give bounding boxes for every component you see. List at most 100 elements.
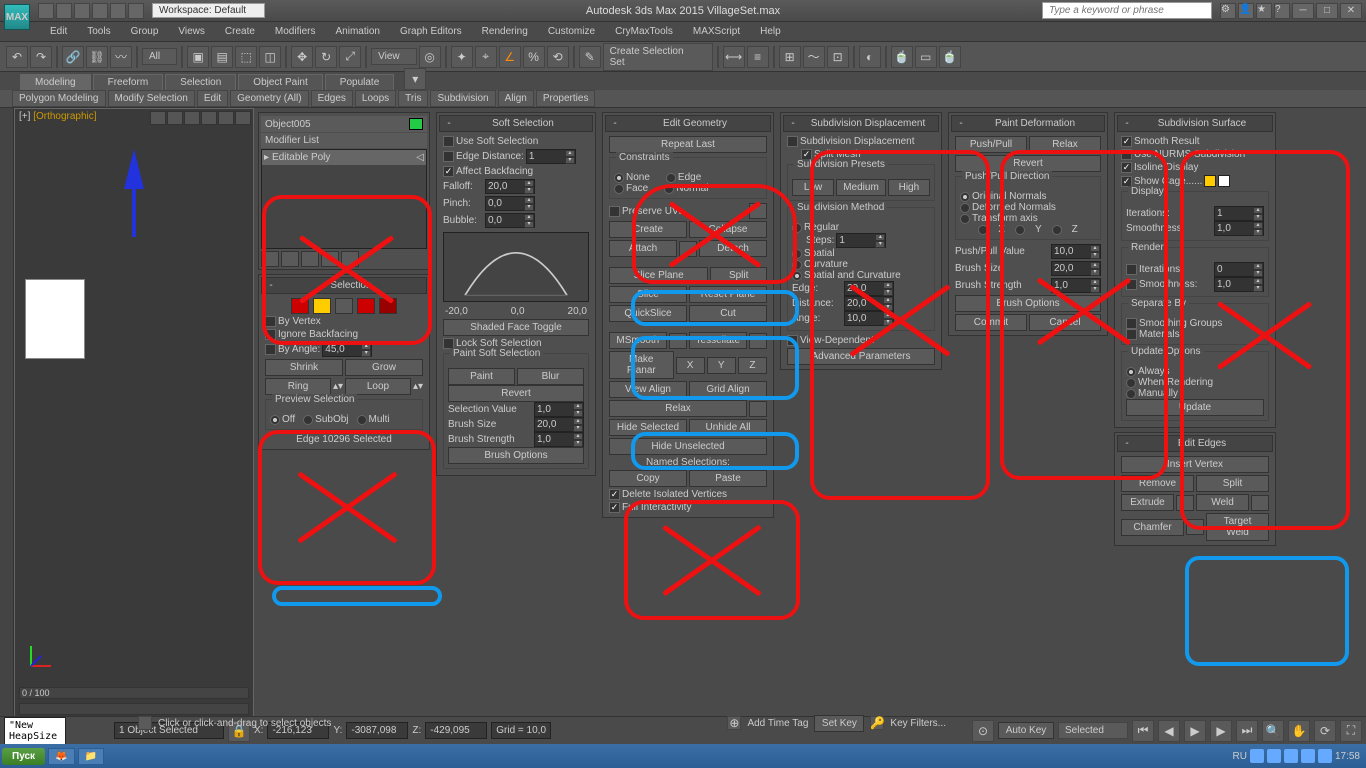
nav-orbit-icon[interactable]: ⟳ bbox=[1314, 720, 1336, 742]
chamfer-opt-icon[interactable] bbox=[1186, 519, 1204, 535]
rotate-btn[interactable]: ↻ bbox=[315, 46, 337, 68]
preview-multi-radio[interactable] bbox=[357, 415, 367, 425]
sub-modifysel[interactable]: Modify Selection bbox=[108, 90, 195, 107]
ring-button[interactable]: Ring bbox=[265, 378, 331, 395]
key-icon[interactable]: 🔑 bbox=[870, 716, 884, 730]
vp-edged-icon[interactable] bbox=[235, 111, 251, 125]
smooth-result-chk[interactable] bbox=[1121, 136, 1132, 147]
view-dep-chk[interactable] bbox=[787, 335, 798, 346]
brush-options-button[interactable]: Brush Options bbox=[448, 447, 584, 464]
by-angle-chk[interactable] bbox=[265, 344, 276, 355]
tess-opt-icon[interactable] bbox=[749, 333, 767, 349]
redo-icon[interactable] bbox=[110, 3, 126, 19]
render-btn[interactable]: 🍵 bbox=[939, 46, 961, 68]
favorites-icon[interactable]: ★ bbox=[1256, 3, 1272, 19]
sub-properties[interactable]: Properties bbox=[536, 90, 596, 107]
lang-indicator[interactable]: RU bbox=[1233, 751, 1247, 762]
paste-sel-button[interactable]: Paste bbox=[689, 470, 767, 487]
constraint-normal-radio[interactable] bbox=[664, 184, 674, 194]
task-explorer[interactable]: 📁 bbox=[78, 748, 104, 765]
border-subobj-icon[interactable] bbox=[335, 298, 353, 314]
select-name-btn[interactable]: ▤ bbox=[211, 46, 233, 68]
prev-frame-icon[interactable]: ◀ bbox=[1158, 720, 1180, 742]
tab-populate[interactable]: Populate bbox=[325, 74, 394, 90]
menu-help[interactable]: Help bbox=[750, 24, 791, 39]
move-btn[interactable]: ✥ bbox=[291, 46, 313, 68]
upd-always-radio[interactable] bbox=[1126, 367, 1136, 377]
viewport-scrollbar[interactable] bbox=[19, 703, 249, 715]
dir-orig-radio[interactable] bbox=[960, 192, 970, 202]
grid-align-button[interactable]: Grid Align bbox=[689, 381, 767, 398]
ignore-backfacing-chk[interactable] bbox=[265, 329, 276, 340]
curve-editor-btn[interactable]: 〜 bbox=[803, 46, 825, 68]
dir-transform-radio[interactable] bbox=[960, 214, 970, 224]
save-icon[interactable] bbox=[74, 3, 90, 19]
bind-btn[interactable]: 〰 bbox=[110, 46, 132, 68]
steps-spinner[interactable]: 1▴▾ bbox=[836, 233, 886, 248]
sub-align[interactable]: Align bbox=[498, 90, 534, 107]
dir-deform-radio[interactable] bbox=[960, 203, 970, 213]
setkey-button[interactable]: Set Key bbox=[814, 715, 864, 732]
affect-backfacing-chk[interactable] bbox=[443, 166, 454, 177]
extrude-button[interactable]: Extrude bbox=[1121, 494, 1174, 511]
project-icon[interactable] bbox=[128, 3, 144, 19]
commit-button[interactable]: Commit bbox=[955, 314, 1027, 331]
modifier-editable-poly[interactable]: ▸Editable Poly◁ bbox=[262, 150, 426, 165]
copy-sel-button[interactable]: Copy bbox=[609, 470, 687, 487]
window-crossing-btn[interactable]: ◫ bbox=[259, 46, 281, 68]
paint-revert-button[interactable]: Revert bbox=[955, 155, 1101, 172]
add-timetag[interactable]: Add Time Tag bbox=[747, 718, 808, 729]
vp-cam-icon[interactable] bbox=[184, 111, 200, 125]
msmooth-button[interactable]: MSmooth bbox=[609, 332, 667, 349]
distance-spinner[interactable]: 20,0▴▾ bbox=[844, 296, 894, 311]
sep-mat-chk[interactable] bbox=[1126, 329, 1137, 340]
spinner-snap-btn[interactable]: ⟲ bbox=[547, 46, 569, 68]
viewport-label[interactable]: [+] [Orthographic] bbox=[19, 111, 97, 122]
keymode-dropdown[interactable]: Selected bbox=[1058, 722, 1128, 739]
bubble-spinner[interactable]: 0,0▴▾ bbox=[485, 213, 535, 228]
insert-vertex-button[interactable]: Insert Vertex bbox=[1121, 456, 1269, 473]
menu-rendering[interactable]: Rendering bbox=[472, 24, 538, 39]
constraint-face-radio[interactable] bbox=[614, 184, 624, 194]
view-align-button[interactable]: View Align bbox=[609, 381, 687, 398]
clock[interactable]: 17:58 bbox=[1335, 751, 1360, 762]
material-btn[interactable]: ◐ bbox=[859, 46, 881, 68]
vp-shade-icon[interactable] bbox=[201, 111, 217, 125]
method-curv-radio[interactable] bbox=[792, 260, 802, 270]
nav-pan-icon[interactable]: ✋ bbox=[1288, 720, 1310, 742]
maximize-button[interactable]: □ bbox=[1316, 3, 1338, 19]
preview-subobj-radio[interactable] bbox=[303, 415, 313, 425]
repeat-last-button[interactable]: Repeat Last bbox=[609, 136, 767, 153]
constraint-edge-radio[interactable] bbox=[666, 173, 676, 183]
update-button[interactable]: Update bbox=[1126, 399, 1264, 416]
shaded-toggle-button[interactable]: Shaded Face Toggle bbox=[443, 319, 589, 336]
sub-edges[interactable]: Edges bbox=[311, 90, 353, 107]
tray-icon-4[interactable] bbox=[1301, 749, 1315, 763]
coord-system[interactable]: View bbox=[371, 48, 417, 65]
selection-filter[interactable]: All bbox=[142, 48, 177, 65]
edge-subobj-icon[interactable] bbox=[313, 298, 331, 314]
hide-sel-button[interactable]: Hide Selected bbox=[609, 419, 687, 436]
cancel-button[interactable]: Cancel bbox=[1029, 314, 1101, 331]
sub-loops[interactable]: Loops bbox=[355, 90, 396, 107]
tray-icon-3[interactable] bbox=[1284, 749, 1298, 763]
sub-geometry[interactable]: Geometry (All) bbox=[230, 90, 308, 107]
link-btn[interactable]: 🔗 bbox=[62, 46, 84, 68]
render-smooth-chk[interactable] bbox=[1126, 279, 1137, 290]
isolate-icon[interactable]: ⊙ bbox=[972, 720, 994, 742]
play-icon[interactable]: ▶ bbox=[1184, 720, 1206, 742]
unhide-button[interactable]: Unhide All bbox=[689, 419, 767, 436]
disp-smooth-spinner[interactable]: 1,0▴▾ bbox=[1214, 221, 1264, 236]
percent-snap-btn[interactable]: % bbox=[523, 46, 545, 68]
help-icon[interactable]: ? bbox=[1274, 3, 1290, 19]
remove-button[interactable]: Remove bbox=[1121, 475, 1194, 492]
chamfer-button[interactable]: Chamfer bbox=[1121, 519, 1184, 536]
preset-med-button[interactable]: Medium bbox=[836, 179, 886, 196]
preset-high-button[interactable]: High bbox=[888, 179, 930, 196]
grow-button[interactable]: Grow bbox=[345, 359, 423, 376]
tray-icon-1[interactable] bbox=[1250, 749, 1264, 763]
full-int-chk[interactable] bbox=[609, 502, 620, 513]
method-regular-radio[interactable] bbox=[792, 223, 802, 233]
planar-y-button[interactable]: Y bbox=[707, 357, 736, 374]
cage-color1[interactable] bbox=[1204, 175, 1216, 187]
